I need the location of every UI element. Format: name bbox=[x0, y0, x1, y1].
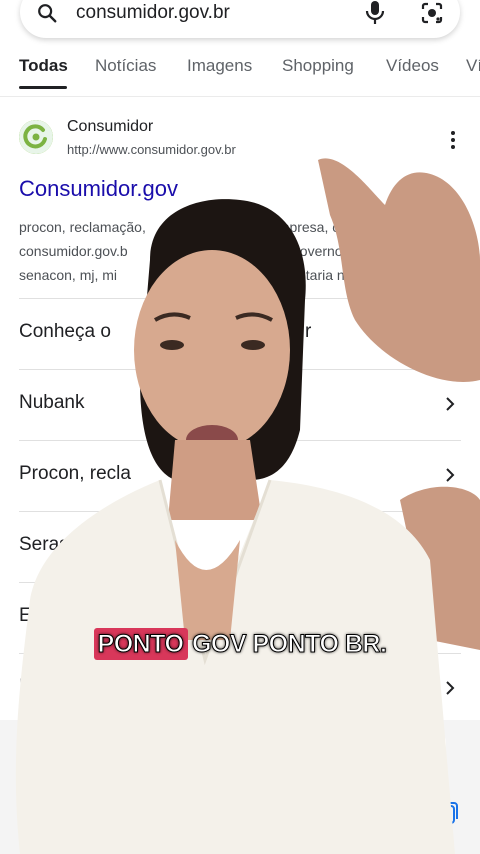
tab-shopping[interactable]: Shopping bbox=[282, 56, 354, 76]
search-input[interactable]: consumidor.gov.br bbox=[76, 2, 230, 24]
more-options-icon[interactable] bbox=[450, 130, 456, 150]
search-tabs: Todas Notícias Imagens Shopping Vídeos V… bbox=[0, 56, 480, 96]
chevron-right-icon bbox=[446, 397, 455, 411]
divider bbox=[0, 96, 480, 97]
sitelink-label: E bbox=[19, 605, 32, 626]
sitelinks-list: Conheça o r Nubank Procon, recla Seras E… bbox=[19, 298, 461, 724]
snippet-line-right: empresa, c bbox=[270, 219, 340, 235]
sitelink-label: Seras bbox=[19, 534, 69, 555]
sitelink-item[interactable]: I bbox=[19, 653, 461, 724]
back-arrow-icon[interactable] bbox=[24, 806, 36, 824]
site-name[interactable]: Consumidor bbox=[67, 118, 153, 136]
sitelink-item[interactable]: E bbox=[19, 582, 461, 653]
snippet-line: senacon, mj, mi bbox=[19, 267, 118, 283]
refresh-button[interactable] bbox=[396, 730, 446, 780]
sitelink-label: Conheça o bbox=[19, 321, 111, 342]
sitelink-item[interactable]: Procon, recla bbox=[19, 440, 461, 511]
chevron-right-icon bbox=[446, 610, 455, 624]
sitelink-label: I bbox=[19, 676, 25, 697]
snippet-line: procon, reclamação, bbox=[19, 219, 146, 235]
site-favicon-icon bbox=[19, 120, 53, 154]
sitelink-label: Nubank bbox=[19, 392, 85, 413]
snippet-line-right: etaria na bbox=[298, 267, 353, 283]
snippet-line-right: governo, bbox=[292, 243, 347, 259]
snippet-line: consumidor.gov.b bbox=[19, 243, 128, 259]
chevron-right-icon bbox=[446, 681, 455, 695]
tab-noticias[interactable]: Notícias bbox=[95, 56, 156, 76]
chevron-right-icon bbox=[446, 468, 455, 482]
mic-icon[interactable] bbox=[364, 0, 386, 26]
sitelink-label: Procon, recla bbox=[19, 463, 131, 484]
lens-icon[interactable] bbox=[420, 1, 444, 25]
sitelink-item[interactable]: Conheça o r bbox=[19, 298, 461, 369]
site-url[interactable]: http://www.consumidor.gov.br bbox=[67, 142, 236, 157]
tab-overflow[interactable]: Ví bbox=[466, 56, 480, 76]
search-icon[interactable] bbox=[36, 2, 58, 24]
sitelink-label-tail: r bbox=[305, 321, 312, 342]
active-tab-indicator bbox=[19, 86, 67, 89]
tab-videos[interactable]: Vídeos bbox=[386, 56, 439, 76]
tabs-icon[interactable] bbox=[434, 800, 460, 826]
tab-todas[interactable]: Todas bbox=[19, 56, 68, 76]
result-title-link[interactable]: Consumidor.gov bbox=[19, 176, 178, 202]
tab-imagens[interactable]: Imagens bbox=[187, 56, 252, 76]
sitelink-item[interactable]: Nubank bbox=[19, 369, 461, 440]
sitelink-item[interactable]: Seras bbox=[19, 511, 461, 582]
